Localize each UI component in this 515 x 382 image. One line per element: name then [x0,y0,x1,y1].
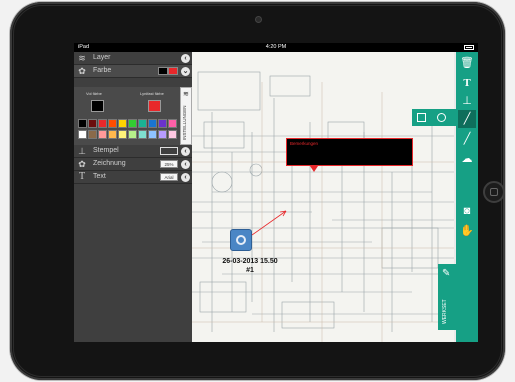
stempel-preview[interactable] [160,147,178,155]
palette-swatch[interactable] [148,130,157,139]
clock-label: 4:20 PM [265,44,287,50]
palette-swatch[interactable] [118,119,127,128]
rectangle-icon[interactable] [417,113,426,122]
comment-title: Bemerkungen [290,141,319,146]
zeichnung-label: Zeichnung [93,160,126,167]
photo-number: #1 [246,267,254,274]
drawing-icon: ✿ [78,159,86,169]
palette-swatch[interactable] [118,130,127,139]
home-button[interactable] [483,181,505,203]
hand-tool-icon[interactable]: ✋ [458,222,476,240]
palette-swatch[interactable] [98,130,107,139]
background-color-swatch[interactable] [168,67,178,75]
foreground-color-label: Vol färbe [86,91,102,96]
settings-tab[interactable]: ≋ INSTELLUNGEN [180,87,192,145]
palette-swatch[interactable] [138,119,147,128]
shape-popup [412,109,456,126]
palette-swatch[interactable] [128,130,137,139]
farbe-row[interactable]: ✿ Farbe ⌄ [74,65,192,78]
werkset-tab[interactable]: ✎ WERKSET [438,264,456,330]
circle-icon[interactable] [437,113,446,122]
marker-arrow [251,210,287,236]
foreground-color-large[interactable] [91,100,104,112]
ipad-frame: iPad 4:20 PM ≋ Layer ‹ ✿ Farbe ⌄ Vol fär… [10,2,505,380]
stamp-icon: ⊥ [78,146,86,156]
wiring-diagram [192,71,454,342]
zeichnung-arrow-button[interactable]: ‹ [181,159,190,169]
photo-marker-icon[interactable] [230,229,252,251]
palette-swatch[interactable] [108,130,117,139]
front-camera [255,16,262,23]
stempel-arrow-button[interactable]: ‹ [181,146,190,156]
palette-swatch[interactable] [128,119,137,128]
pen-tool-icon[interactable]: ╱ [458,110,476,128]
settings-tab-label: INSTELLUNGEN [182,105,187,140]
battery-icon [464,45,474,50]
trash-icon[interactable]: 🗑 [458,54,476,72]
palette-swatch[interactable] [78,130,87,139]
palette-swatch[interactable] [148,119,157,128]
color-picker-area: Vol färbe Lynifast färbe [74,87,180,145]
palette-swatch[interactable] [108,119,117,128]
palette-swatch[interactable] [88,119,97,128]
settings-panel: ≋ Layer ‹ ✿ Farbe ⌄ Vol färbe Lynifast f… [74,52,192,342]
right-toolbar: 🗑 T ⊥ ╱ ╱ ☁ ◙ ✋ [456,52,478,342]
photo-label: 26-03-2013 15.50 #1 [214,257,286,275]
camera-tool-icon[interactable]: ◙ [458,202,476,220]
photo-date: 26-03-2013 15.50 [222,258,278,265]
palette-swatch[interactable] [138,130,147,139]
brush-tool-icon[interactable]: ╱ [458,130,476,148]
palette-swatch[interactable] [88,130,97,139]
carrier-label: iPad [78,44,90,50]
status-bar: iPad 4:20 PM [74,43,478,52]
background-color-label: Lynifast färbe [140,91,164,96]
background-color-large[interactable] [148,100,161,112]
text-row[interactable]: T Text Arial ‹ [74,171,192,184]
stamp-tool-icon[interactable]: ⊥ [458,92,476,110]
zeichnung-value[interactable]: 25% [160,160,178,168]
palette-swatch[interactable] [98,119,107,128]
text-tool-icon[interactable]: T [458,74,476,92]
palette-icon: ✿ [78,66,86,76]
layer-label: Layer [93,54,111,61]
comment-box[interactable]: Bemerkungen [286,138,413,166]
palette-swatch[interactable] [158,119,167,128]
palette-swatch[interactable] [158,130,167,139]
farbe-label: Farbe [93,67,112,74]
wrench-icon: ✎ [442,268,451,279]
farbe-collapse-button[interactable]: ⌄ [181,66,190,76]
cloud-tool-icon[interactable]: ☁ [458,150,476,168]
palette-swatch[interactable] [168,130,177,139]
layer-arrow-button[interactable]: ‹ [181,53,190,63]
zeichnung-row[interactable]: ✿ Zeichnung 25% ‹ [74,158,192,171]
drawing-canvas[interactable] [192,52,454,342]
layers-icon: ≋ [78,53,86,63]
werkset-label: WERKSET [442,299,448,324]
stempel-row[interactable]: ⊥ Stempel ‹ [74,145,192,158]
text-font-value[interactable]: Arial [160,173,178,181]
layer-row[interactable]: ≋ Layer ‹ [74,52,192,65]
palette-swatch[interactable] [168,119,177,128]
text-label: Text [93,173,106,180]
palette-swatch[interactable] [78,119,87,128]
layers-stack-icon: ≋ [183,91,189,98]
comment-pointer [310,166,318,172]
text-arrow-button[interactable]: ‹ [181,172,190,182]
text-icon: T [78,171,86,182]
stempel-label: Stempel [93,147,119,154]
foreground-color-swatch[interactable] [158,67,168,75]
app-screen: iPad 4:20 PM ≋ Layer ‹ ✿ Farbe ⌄ Vol fär… [74,43,478,342]
